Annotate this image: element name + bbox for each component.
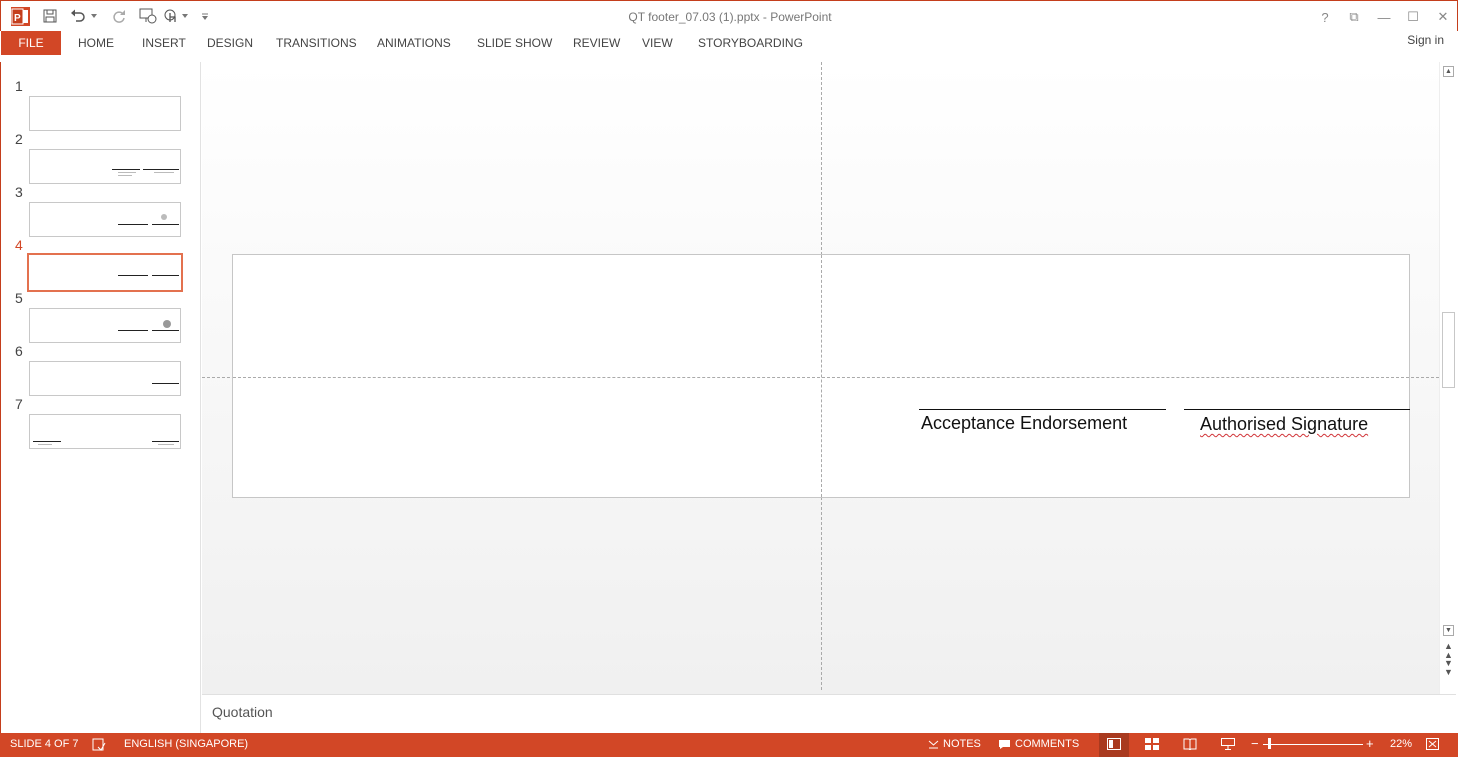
thumb-stamp <box>163 320 171 328</box>
authorised-signature-label[interactable]: Authorised Signature <box>1200 414 1368 435</box>
zoom-level[interactable]: 22% <box>1390 738 1412 750</box>
thumb-signature-line <box>143 169 179 170</box>
slide-thumbnail[interactable] <box>29 202 181 237</box>
ribbon-tabs: FILE HOME INSERT DESIGN TRANSITIONS ANIM… <box>0 31 1458 55</box>
tab-file[interactable]: FILE <box>1 31 61 55</box>
slide-thumbnail-active[interactable] <box>27 253 183 292</box>
language-indicator[interactable]: ENGLISH (SINGAPORE) <box>124 738 248 750</box>
slide-thumbnail[interactable] <box>29 308 181 343</box>
maximize-icon[interactable]: ☐ <box>1405 9 1421 25</box>
thumb-caption <box>118 175 132 176</box>
tab-insert[interactable]: INSERT <box>142 36 186 50</box>
slide-number: 3 <box>15 184 23 200</box>
slide-number: 5 <box>15 290 23 306</box>
thumb-signature-line <box>152 330 179 331</box>
comments-button[interactable]: COMMENTS <box>998 738 1079 750</box>
thumb-signature-line <box>118 330 148 331</box>
slide-thumbnail[interactable] <box>29 149 181 184</box>
notes-pane[interactable]: Quotation <box>202 694 1456 733</box>
thumb-signature-line <box>112 169 140 170</box>
help-icon[interactable]: ? <box>1317 9 1333 25</box>
status-bar: SLIDE 4 OF 7 ENGLISH (SINGAPORE) NOTES C… <box>0 733 1458 757</box>
thumb-signature-line <box>118 224 148 225</box>
spelling-check-icon[interactable] <box>92 738 106 751</box>
slide-show-view-icon[interactable] <box>1221 738 1235 750</box>
zoom-in-button[interactable]: + <box>1366 736 1374 751</box>
slide-number: 6 <box>15 343 23 359</box>
thumb-signature-line <box>33 441 61 442</box>
scroll-down-icon[interactable]: ▼ <box>1443 625 1454 636</box>
sign-in-link[interactable]: Sign in <box>1407 33 1444 47</box>
thumb-signature-line <box>152 275 179 276</box>
thumbnail-row[interactable]: 2 <box>1 131 201 184</box>
title-bar: P QT footer_07.03 (1).pptx - PowerPoint … <box>0 0 1458 31</box>
zoom-out-button[interactable]: − <box>1251 736 1259 751</box>
tab-home[interactable]: HOME <box>78 36 114 50</box>
slide-editing-canvas[interactable]: Acceptance Endorsement Authorised Signat… <box>202 62 1439 694</box>
thumb-caption <box>158 444 174 445</box>
zoom-slider-handle[interactable] <box>1268 738 1271 749</box>
tab-animations[interactable]: ANIMATIONS <box>377 36 451 50</box>
thumb-signature-line <box>152 441 179 442</box>
thumbnail-row[interactable]: 5 <box>1 290 201 343</box>
tab-transitions[interactable]: TRANSITIONS <box>276 36 357 50</box>
minimize-icon[interactable]: — <box>1376 9 1392 25</box>
slide-indicator: SLIDE 4 OF 7 <box>10 738 79 750</box>
vertical-scrollbar[interactable]: ▲ ▼ ▲ ▲ ▼ ▼ <box>1439 62 1456 694</box>
thumbnail-row[interactable]: 3 <box>1 184 201 237</box>
document-title: QT footer_07.03 (1).pptx - PowerPoint <box>628 10 832 24</box>
next-slide-icon[interactable]: ▼ ▼ <box>1444 659 1453 677</box>
notes-icon <box>928 740 939 749</box>
normal-view-icon[interactable] <box>1107 738 1121 750</box>
thumbnail-row-active[interactable]: 4 <box>1 237 201 292</box>
slide-thumbnail[interactable] <box>29 414 181 449</box>
acceptance-signature-line[interactable] <box>919 409 1166 410</box>
tab-review[interactable]: REVIEW <box>573 36 620 50</box>
authorised-signature-line[interactable] <box>1184 409 1410 410</box>
tab-view[interactable]: VIEW <box>642 36 673 50</box>
acceptance-endorsement-label[interactable]: Acceptance Endorsement <box>921 413 1127 434</box>
tab-storyboarding[interactable]: STORYBOARDING <box>698 36 803 50</box>
tab-design[interactable]: DESIGN <box>207 36 253 50</box>
slide-number-active: 4 <box>15 237 23 253</box>
comments-label: COMMENTS <box>1015 738 1080 750</box>
slide-thumbnail[interactable] <box>29 96 181 131</box>
close-icon[interactable]: ✕ <box>1435 9 1451 25</box>
slide-number: 2 <box>15 131 23 147</box>
notes-text[interactable]: Quotation <box>212 704 273 720</box>
scrollbar-thumb[interactable] <box>1442 312 1455 388</box>
horizontal-guide <box>233 377 1409 378</box>
fit-slide-to-window-icon[interactable] <box>1426 738 1439 750</box>
thumb-caption <box>118 172 136 173</box>
thumb-signature-line <box>152 224 179 225</box>
thumb-caption <box>154 172 174 173</box>
slide-number: 7 <box>15 396 23 412</box>
tab-slide-show[interactable]: SLIDE SHOW <box>477 36 552 50</box>
scroll-up-icon[interactable]: ▲ <box>1443 66 1454 77</box>
thumbnail-row[interactable]: 7 <box>1 396 201 449</box>
thumb-signature-line <box>118 275 148 276</box>
comment-icon <box>998 739 1011 750</box>
reading-view-icon[interactable] <box>1183 738 1197 750</box>
slide-sorter-view-icon[interactable] <box>1145 738 1159 750</box>
notes-label: NOTES <box>943 738 981 750</box>
current-slide[interactable]: Acceptance Endorsement Authorised Signat… <box>232 254 1410 498</box>
thumbnail-row[interactable]: 1 <box>1 78 201 131</box>
thumb-stamp <box>161 214 167 220</box>
vertical-guide <box>821 255 822 497</box>
slide-thumbnail-pane: 1 2 3 4 5 6 7 <box>0 62 201 734</box>
spellcheck-word: Authorised Signature <box>1200 414 1369 434</box>
ribbon-display-options-icon[interactable]: ⧉ <box>1346 9 1362 25</box>
notes-button[interactable]: NOTES <box>928 738 981 750</box>
zoom-slider-track[interactable] <box>1263 744 1363 745</box>
slide-number: 1 <box>15 78 23 94</box>
thumb-caption <box>38 444 52 445</box>
thumbnail-row[interactable]: 6 <box>1 343 201 396</box>
thumb-signature-line <box>152 383 179 384</box>
slide-thumbnail[interactable] <box>29 361 181 396</box>
